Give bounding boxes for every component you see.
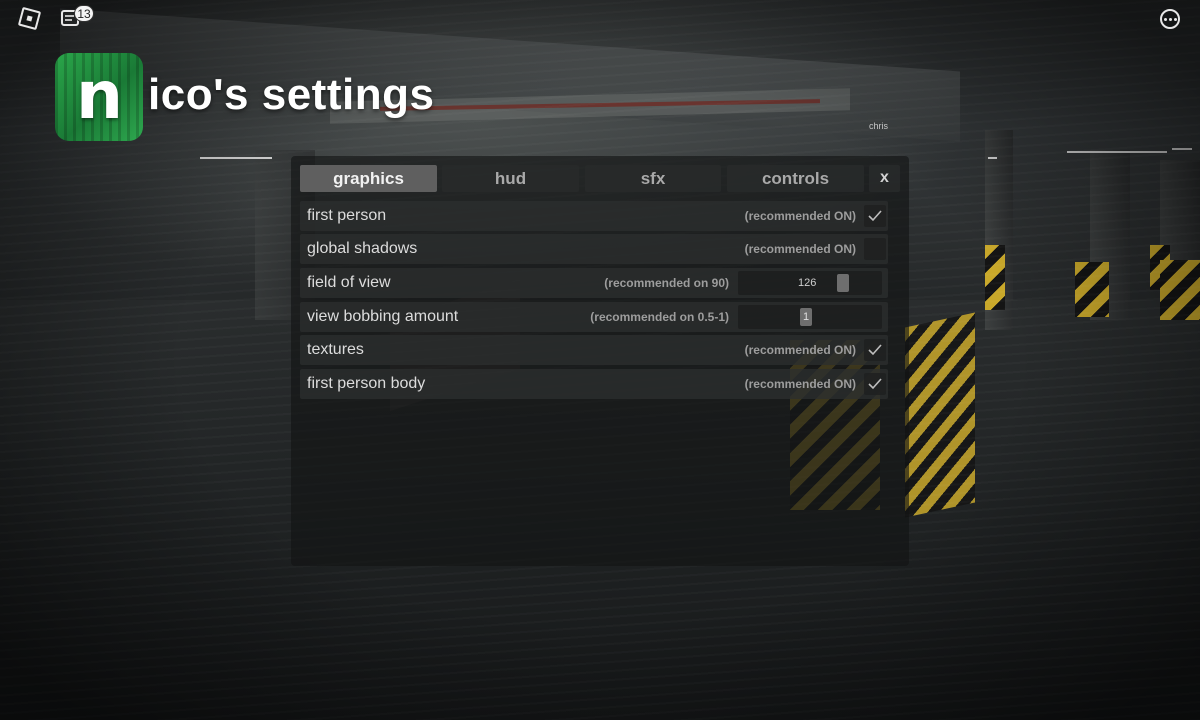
setting-recommendation: (recommended ON) <box>744 242 856 256</box>
slider-value: 1 <box>802 311 810 323</box>
field-of-view-slider[interactable]: 126 <box>738 271 882 295</box>
tab-sfx[interactable]: sfx <box>585 165 721 192</box>
setting-label: field of view <box>307 274 391 291</box>
setting-label: global shadows <box>307 240 418 257</box>
tab-controls[interactable]: controls <box>727 165 864 192</box>
first-person-checkbox[interactable] <box>864 205 886 227</box>
setting-row-first-person: first person (recommended ON) <box>300 201 888 231</box>
checkmark-icon <box>868 344 882 356</box>
setting-row-field-of-view: field of view (recommended on 90) 126 <box>300 268 888 298</box>
page-title: ico's settings <box>148 70 435 119</box>
close-button[interactable]: x <box>869 165 900 192</box>
setting-row-global-shadows: global shadows (recommended ON) <box>300 234 888 264</box>
setting-label: view bobbing amount <box>307 308 459 325</box>
setting-row-view-bobbing: view bobbing amount (recommended on 0.5-… <box>300 302 888 332</box>
slider-handle[interactable]: 1 <box>800 308 812 326</box>
chat-badge: 13 <box>74 5 94 22</box>
first-person-body-checkbox[interactable] <box>864 373 886 395</box>
setting-recommendation: (recommended ON) <box>744 343 856 357</box>
logo-letter: n <box>76 57 123 134</box>
author-label: chris <box>869 121 889 131</box>
setting-recommendation: (recommended ON) <box>744 377 856 391</box>
setting-label: first person <box>307 207 387 224</box>
setting-label: first person body <box>307 375 426 392</box>
tab-graphics[interactable]: graphics <box>300 165 437 192</box>
setting-recommendation: (recommended on 0.5-1) <box>590 310 729 324</box>
global-shadows-checkbox[interactable] <box>864 238 886 260</box>
view-bobbing-slider[interactable]: 1 <box>738 305 882 329</box>
textures-checkbox[interactable] <box>864 339 886 361</box>
setting-label: textures <box>307 341 364 358</box>
setting-row-first-person-body: first person body (recommended ON) <box>300 369 888 399</box>
setting-row-textures: textures (recommended ON) <box>300 335 888 365</box>
setting-recommendation: (recommended ON) <box>744 209 856 223</box>
checkmark-icon <box>868 378 882 390</box>
more-options-icon[interactable] <box>1160 9 1180 29</box>
tab-hud[interactable]: hud <box>442 165 579 192</box>
slider-value: 126 <box>798 277 817 289</box>
setting-recommendation: (recommended on 90) <box>604 276 729 290</box>
checkmark-icon <box>868 210 882 222</box>
game-logo: n <box>55 53 143 141</box>
slider-handle[interactable] <box>837 274 849 292</box>
